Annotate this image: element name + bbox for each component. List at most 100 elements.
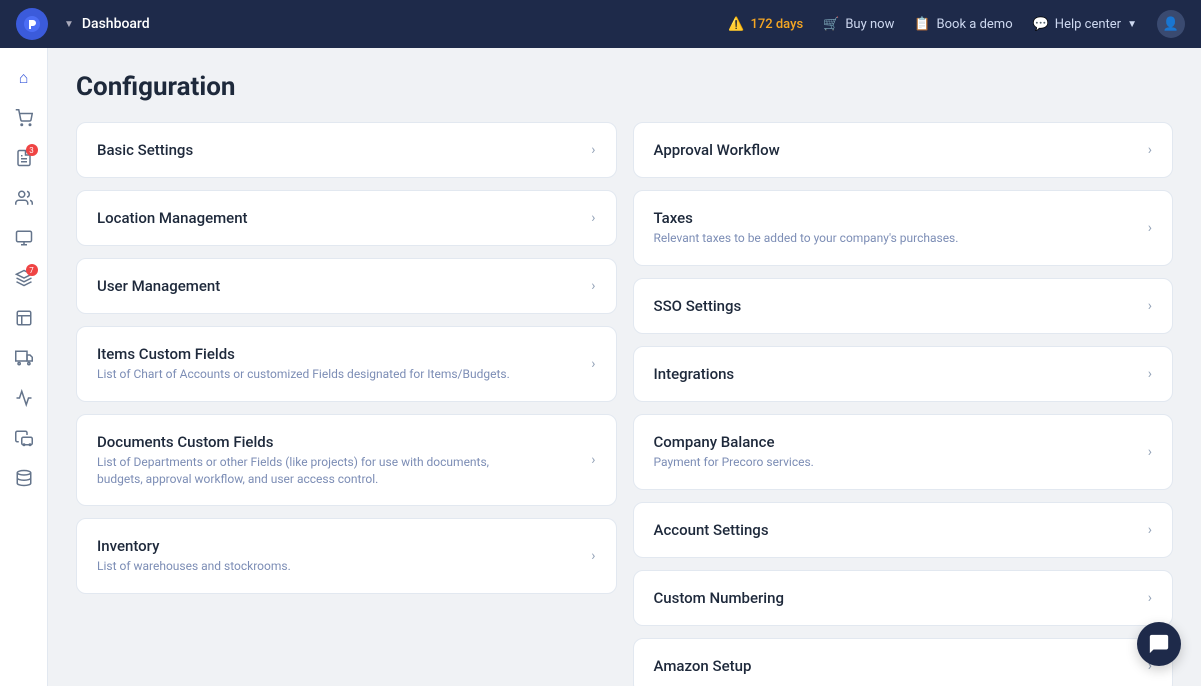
help-chevron-icon: ▼ (1127, 19, 1137, 30)
card-content-location-management: Location Management (97, 209, 248, 227)
chevron-right-icon-company-balance: › (1148, 444, 1152, 460)
card-title-custom-numbering: Custom Numbering (654, 589, 784, 607)
sidebar-item-purchase[interactable] (6, 220, 42, 256)
card-title-account-settings: Account Settings (654, 521, 769, 539)
sidebar-item-database[interactable] (6, 460, 42, 496)
card-title-company-balance: Company Balance (654, 433, 814, 451)
config-card-sso-settings[interactable]: SSO Settings › (633, 278, 1174, 334)
config-grid: Basic Settings › Location Management › U… (76, 122, 1173, 686)
card-content-basic-settings: Basic Settings (97, 141, 193, 159)
breadcrumb-label: Dashboard (82, 16, 150, 32)
card-content-documents-custom-fields: Documents Custom Fields List of Departme… (97, 433, 517, 488)
config-card-user-management[interactable]: User Management › (76, 258, 617, 314)
card-title-location-management: Location Management (97, 209, 248, 227)
sidebar-item-truck[interactable] (6, 420, 42, 456)
user-avatar[interactable]: 👤 (1157, 10, 1185, 38)
card-content-inventory: Inventory List of warehouses and stockro… (97, 537, 291, 575)
config-card-amazon-setup[interactable]: Amazon Setup › (633, 638, 1174, 686)
card-content-company-balance: Company Balance Payment for Precoro serv… (654, 433, 814, 471)
trial-warning[interactable]: ⚠️ 172 days (728, 17, 803, 32)
sidebar-item-home[interactable]: ⌂ (6, 60, 42, 96)
book-demo-button[interactable]: 📋 Book a demo (914, 17, 1012, 32)
cart-icon: 🛒 (823, 17, 839, 32)
config-card-integrations[interactable]: Integrations › (633, 346, 1174, 402)
card-title-documents-custom-fields: Documents Custom Fields (97, 433, 517, 451)
config-card-taxes[interactable]: Taxes Relevant taxes to be added to your… (633, 190, 1174, 266)
invoices-badge: 7 (26, 264, 38, 276)
card-desc-inventory: List of warehouses and stockrooms. (97, 558, 291, 575)
config-left-column: Basic Settings › Location Management › U… (76, 122, 617, 686)
chevron-right-icon-location-management: › (591, 210, 595, 226)
card-desc-company-balance: Payment for Precoro services. (654, 454, 814, 471)
home-icon: ⌂ (19, 68, 29, 88)
main-content: Configuration Basic Settings › Location … (48, 48, 1201, 686)
card-content-sso-settings: SSO Settings (654, 297, 742, 315)
orders-badge: 3 (26, 144, 38, 156)
warning-icon: ⚠️ (728, 17, 744, 32)
app-layout: ⌂ 3 (0, 48, 1201, 686)
config-card-company-balance[interactable]: Company Balance Payment for Precoro serv… (633, 414, 1174, 490)
chevron-right-icon-documents-custom-fields: › (591, 452, 595, 468)
card-desc-documents-custom-fields: List of Departments or other Fields (lik… (97, 454, 517, 488)
chevron-right-icon-inventory: › (591, 548, 595, 564)
card-content-amazon-setup: Amazon Setup (654, 657, 752, 675)
breadcrumb-chevron: ▼ (64, 19, 74, 30)
config-card-inventory[interactable]: Inventory List of warehouses and stockro… (76, 518, 617, 594)
card-title-integrations: Integrations (654, 365, 735, 383)
card-title-approval-workflow: Approval Workflow (654, 141, 780, 159)
breadcrumb[interactable]: ▼ Dashboard (64, 16, 150, 32)
card-title-inventory: Inventory (97, 537, 291, 555)
help-center-button[interactable]: 💬 Help center ▼ (1033, 17, 1137, 32)
chat-bubble[interactable] (1137, 622, 1181, 666)
app-logo (16, 8, 48, 40)
buy-now-button[interactable]: 🛒 Buy now (823, 17, 894, 32)
card-content-account-settings: Account Settings (654, 521, 769, 539)
card-title-user-management: User Management (97, 277, 220, 295)
help-center-label: Help center (1055, 17, 1121, 32)
card-title-basic-settings: Basic Settings (97, 141, 193, 159)
sidebar-item-invoices[interactable]: 7 (6, 260, 42, 296)
sidebar-item-delivery[interactable] (6, 340, 42, 376)
topnav-actions: ⚠️ 172 days 🛒 Buy now 📋 Book a demo 💬 He… (728, 10, 1185, 38)
chevron-right-icon-taxes: › (1148, 220, 1152, 236)
book-demo-label: Book a demo (937, 17, 1013, 32)
config-card-basic-settings[interactable]: Basic Settings › (76, 122, 617, 178)
config-card-items-custom-fields[interactable]: Items Custom Fields List of Chart of Acc… (76, 326, 617, 402)
sidebar-item-shopping[interactable] (6, 100, 42, 136)
card-content-approval-workflow: Approval Workflow (654, 141, 780, 159)
card-title-amazon-setup: Amazon Setup (654, 657, 752, 675)
sidebar-item-users[interactable] (6, 180, 42, 216)
user-icon: 👤 (1163, 17, 1179, 32)
chevron-right-icon-basic-settings: › (591, 142, 595, 158)
chevron-right-icon-sso-settings: › (1148, 298, 1152, 314)
trial-days: 172 days (750, 17, 803, 32)
card-title-taxes: Taxes (654, 209, 959, 227)
page-title: Configuration (76, 72, 1173, 102)
card-content-user-management: User Management (97, 277, 220, 295)
card-content-custom-numbering: Custom Numbering (654, 589, 784, 607)
config-card-custom-numbering[interactable]: Custom Numbering › (633, 570, 1174, 626)
config-card-approval-workflow[interactable]: Approval Workflow › (633, 122, 1174, 178)
chevron-right-icon-items-custom-fields: › (591, 356, 595, 372)
card-title-sso-settings: SSO Settings (654, 297, 742, 315)
config-right-column: Approval Workflow › Taxes Relevant taxes… (633, 122, 1174, 686)
demo-icon: 📋 (914, 17, 930, 32)
config-card-documents-custom-fields[interactable]: Documents Custom Fields List of Departme… (76, 414, 617, 507)
card-content-taxes: Taxes Relevant taxes to be added to your… (654, 209, 959, 247)
help-icon: 💬 (1033, 17, 1049, 32)
chevron-right-icon-integrations: › (1148, 366, 1152, 382)
sidebar-item-analytics[interactable] (6, 380, 42, 416)
sidebar-item-orders[interactable]: 3 (6, 140, 42, 176)
chevron-right-icon-approval-workflow: › (1148, 142, 1152, 158)
chevron-right-icon-user-management: › (591, 278, 595, 294)
chevron-right-icon-account-settings: › (1148, 522, 1152, 538)
buy-now-label: Buy now (845, 17, 894, 32)
card-desc-items-custom-fields: List of Chart of Accounts or customized … (97, 366, 510, 383)
config-card-account-settings[interactable]: Account Settings › (633, 502, 1174, 558)
config-card-location-management[interactable]: Location Management › (76, 190, 617, 246)
card-desc-taxes: Relevant taxes to be added to your compa… (654, 230, 959, 247)
card-title-items-custom-fields: Items Custom Fields (97, 345, 510, 363)
sidebar: ⌂ 3 (0, 48, 48, 686)
top-navigation: ▼ Dashboard ⚠️ 172 days 🛒 Buy now 📋 Book… (0, 0, 1201, 48)
sidebar-item-reports[interactable] (6, 300, 42, 336)
